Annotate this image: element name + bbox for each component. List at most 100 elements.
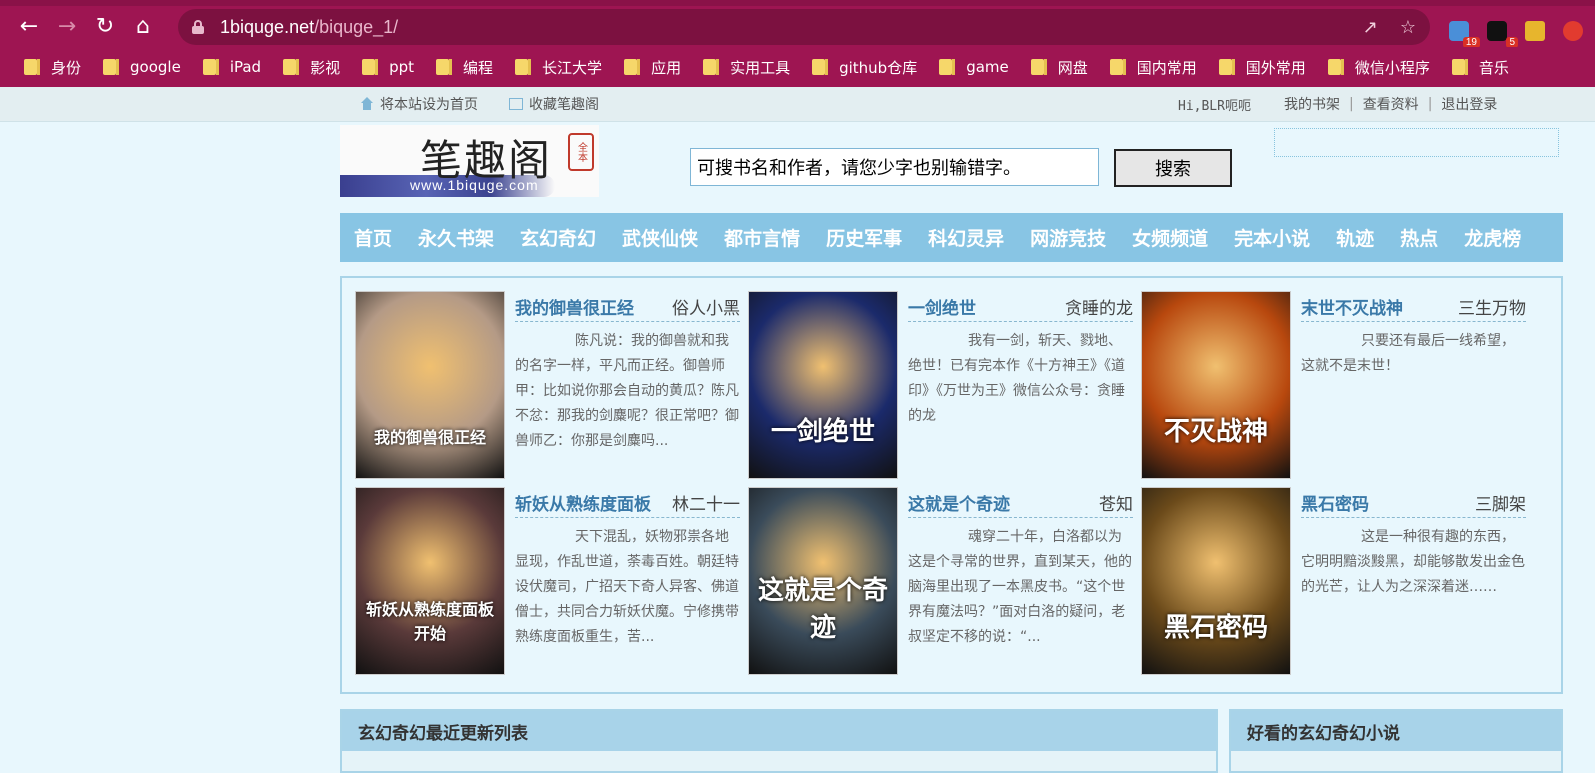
book-head: 斩妖从熟练度面板 林二十一 [515,487,740,518]
bookmark-folder[interactable]: 网盘 [1030,57,1088,78]
nav-item[interactable]: 武侠仙侠 [622,224,698,251]
bookmark-folder[interactable]: 编程 [436,57,493,78]
nav-item[interactable]: 女频频道 [1132,224,1208,251]
ad-placeholder [1274,128,1559,157]
nav-item[interactable]: 都市言情 [724,224,800,251]
book-description: 我有一剑，斩天、戮地、绝世！已有完本作《十方神王》《道印》《万世为王》微信公众号… [908,333,1125,424]
book-cover[interactable]: 黑石密码 [1141,487,1291,675]
folder-icon [703,59,720,75]
book-description: 只要还有最后一线希望，这就不是末世！ [1301,333,1515,374]
book-card: 不灭战神 末世不灭战神 三生万物 只要还有最后一线希望，这就不是末世！ [1141,291,1526,481]
bookmark-folder[interactable]: 实用工具 [703,57,790,78]
nav-item[interactable]: 网游竞技 [1030,224,1106,251]
book-cover[interactable]: 斩妖从熟练度面板开始 [355,487,505,675]
book-cover[interactable]: 我的御兽很正经 [355,291,505,479]
bookmark-folder[interactable]: game [939,58,1009,76]
favorite-label: 收藏笔趣阁 [529,97,599,113]
book-title-link[interactable]: 一剑绝世 [908,294,976,319]
book-cover[interactable]: 一剑绝世 [748,291,898,479]
book-author: 俗人小黑 [672,298,740,319]
bookmark-label: 编程 [463,58,494,77]
bookmark-label: 长江大学 [542,58,603,77]
book-card: 我的御兽很正经 我的御兽很正经 俗人小黑 陈凡说：我的御兽就和我的名字一样，平凡而正经… [355,291,740,481]
favorite-icon [509,98,523,110]
lock-icon [192,20,204,34]
logo-domain: www.1biquge.com [410,177,539,193]
greeting: Hi,BLR呃呃 [1178,98,1251,114]
book-author: 贪睡的龙 [1065,298,1133,319]
folder-icon [624,59,641,75]
reload-button[interactable]: ↻ [86,8,124,46]
extension-icon-1[interactable]: 19 [1446,18,1480,48]
nav-item[interactable]: 龙虎榜 [1464,224,1521,251]
book-description: 魂穿二十年，白洛都以为这是个寻常的世界，直到某天，他的脑海里出现了一本黑皮书。“… [908,529,1132,645]
bookmark-folder[interactable]: iPad [202,58,261,76]
cover-title: 我的御兽很正经 [373,428,486,447]
bookmark-folder[interactable]: ppt [362,58,414,76]
book-head: 黑石密码 三脚架 [1301,487,1526,518]
nav-item[interactable]: 完本小说 [1234,224,1310,251]
book-title-link[interactable]: 斩妖从熟练度面板 [515,490,651,515]
cover-title: 不灭战神 [1163,417,1268,447]
url-text: 1biquge.net/biquge_1/ [220,16,399,37]
bookmark-folder[interactable]: 国内常用 [1109,57,1197,78]
nav-item[interactable]: 历史军事 [826,224,902,251]
book-title-link[interactable]: 我的御兽很正经 [515,294,634,319]
forward-button[interactable]: → [48,8,86,46]
bookmark-folder[interactable]: 身份 [24,57,81,78]
folder-icon [939,59,956,75]
book-description: 这是一种很有趣的东西，它明明黯淡黢黑，却能够散发出金色的光芒，让人为之深深着迷…… [1301,529,1525,595]
nav-item[interactable]: 轨迹 [1336,224,1374,251]
folder-icon [1327,59,1344,75]
bookmark-folder[interactable]: github仓库 [812,57,917,78]
bookmark-folder[interactable]: 微信小程序 [1327,57,1430,78]
favorite-link[interactable]: 收藏笔趣阁 [509,87,599,121]
site-logo[interactable]: 笔趣阁 www.1biquge.com 全本 [340,125,599,197]
profile-link[interactable]: 查看资料 [1363,94,1419,114]
browser-toolbar: ← → ↻ ⌂ 1biquge.net/biquge_1/ ↗ ☆ 19 5 [0,6,1595,48]
book-cover[interactable]: 这就是个奇迹 [748,487,898,675]
book-cover[interactable]: 不灭战神 [1141,291,1291,479]
book-author: 三脚架 [1475,494,1526,515]
home-button[interactable]: ⌂ [124,8,162,46]
book-description: 陈凡说：我的御兽就和我的名字一样，平凡而正经。御兽师甲：比如说你那会自动的黄瓜？… [515,333,739,449]
bookmark-folder[interactable]: 国外常用 [1218,57,1306,78]
nav-item[interactable]: 首页 [354,224,392,251]
bookmark-label: 应用 [651,58,682,77]
nav-item[interactable]: 永久书架 [418,224,494,251]
extension-icon-2[interactable]: 5 [1484,18,1518,48]
my-bookshelf-link[interactable]: 我的书架 [1284,94,1340,114]
logout-link[interactable]: 退出登录 [1441,94,1497,114]
book-title-link[interactable]: 这就是个奇迹 [908,490,1010,515]
home-icon [360,97,374,111]
bookmark-folder[interactable]: 长江大学 [515,57,602,78]
back-button[interactable]: ← [10,8,48,46]
book-card: 一剑绝世 一剑绝世 贪睡的龙我有一剑，斩天、戮地、绝世！已有完本作《十方神王》《道印… [748,291,1133,481]
search-button[interactable]: 搜索 [1114,149,1232,187]
bookmark-star-icon[interactable]: ☆ [1400,17,1416,38]
book-head: 我的御兽很正经 俗人小黑 [515,291,740,322]
address-bar[interactable]: 1biquge.net/biquge_1/ ↗ ☆ [178,9,1430,45]
book-head: 一剑绝世 贪睡的龙 [908,291,1133,322]
nav-item[interactable]: 玄幻奇幻 [520,224,596,251]
download-extension-icon[interactable] [1522,18,1548,44]
folder-icon [515,59,532,75]
bookmark-folder[interactable]: google [103,58,181,76]
stop-hand-icon[interactable] [1560,18,1586,44]
share-icon[interactable]: ↗ [1363,17,1378,38]
bookmark-folder[interactable]: 音乐 [1451,57,1509,78]
bookmark-label: 微信小程序 [1354,58,1430,77]
nav-item[interactable]: 热点 [1400,224,1438,251]
bookmark-label: 身份 [51,58,82,77]
search-input[interactable] [690,148,1099,186]
book-title-link[interactable]: 末世不灭战神 [1301,294,1403,319]
main-nav: 首页 永久书架 玄幻奇幻 武侠仙侠 都市言情 历史军事 科幻灵异 网游竞技 女频频道 完本小说 轨迹… [340,213,1563,262]
bookmark-folder[interactable]: 影视 [283,57,340,78]
book-card: 这就是个奇迹 这就是个奇迹 苍知 魂穿二十年，白洛都以为这是个寻常的世界，直到某天，他… [748,487,1133,677]
set-home-link[interactable]: 将本站设为首页 [360,87,478,121]
nav-item[interactable]: 科幻灵异 [928,224,1004,251]
book-title-link[interactable]: 黑石密码 [1301,490,1369,515]
bookmark-folder[interactable]: 应用 [624,57,681,78]
folder-icon [1218,59,1235,75]
folder-icon [362,59,379,75]
